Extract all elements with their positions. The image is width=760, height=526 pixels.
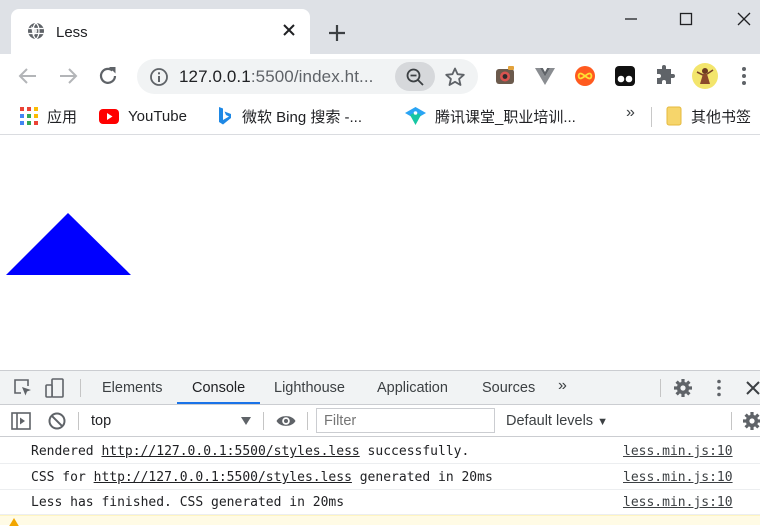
browser-menu-icon[interactable]: [732, 64, 756, 88]
bookmarks-bar: 应用 YouTube 微软 Bing 搜索 -... 腾讯课堂_职业培训... …: [0, 99, 760, 135]
inspect-element-icon[interactable]: [12, 377, 34, 399]
settings-gear-icon[interactable]: [672, 377, 694, 399]
reload-icon[interactable]: [96, 64, 120, 88]
zoom-button[interactable]: [395, 62, 435, 91]
tab-sources[interactable]: Sources: [482, 380, 535, 396]
message-link[interactable]: http://127.0.0.1:5500/styles.less: [94, 470, 352, 485]
site-info-icon[interactable]: [149, 67, 169, 87]
message-text: Rendered http://127.0.0.1:5500/styles.le…: [31, 444, 469, 459]
tab-close-icon[interactable]: [281, 22, 297, 38]
apps-grid-icon: [20, 107, 38, 125]
bookmark-label: YouTube: [128, 107, 187, 125]
message-prefix: Less has finished. CSS generated in 20ms: [31, 495, 345, 510]
active-tab-indicator: [177, 402, 260, 404]
dropdown-arrow-icon: ▼: [597, 416, 608, 428]
message-text: CSS for http://127.0.0.1:5500/styles.les…: [31, 470, 493, 485]
toolbar-divider: [731, 412, 732, 430]
folder-icon: [666, 106, 682, 126]
chevron-down-icon[interactable]: [241, 417, 251, 425]
minimize-icon[interactable]: [617, 8, 645, 30]
bookmark-bing[interactable]: 微软 Bing 搜索 -...: [217, 105, 362, 127]
bookmark-youtube[interactable]: YouTube: [99, 105, 187, 127]
bookmark-other-folder[interactable]: 其他书签: [666, 105, 751, 127]
more-tabs-button[interactable]: »: [558, 377, 567, 395]
address-bar[interactable]: 127.0.0.1:5500/index.ht...: [137, 59, 478, 94]
bookmark-label: 腾讯课堂_职业培训...: [435, 108, 576, 126]
toolbar-divider: [307, 412, 308, 430]
message-prefix: Rendered: [31, 444, 102, 459]
extension-camera-icon[interactable]: [493, 64, 517, 88]
infinity-extension-icon[interactable]: [573, 64, 597, 88]
message-link[interactable]: http://127.0.0.1:5500/styles.less: [101, 444, 359, 459]
tab-strip: Less: [0, 0, 760, 54]
console-filter-bar: top Default levels ▼: [0, 405, 760, 437]
youtube-icon: [99, 108, 119, 124]
devtools-menu-icon[interactable]: [708, 377, 730, 399]
extensions-puzzle-icon[interactable]: [653, 64, 677, 88]
maximize-icon[interactable]: [672, 8, 700, 30]
warning-icon: [9, 518, 19, 526]
tab-console[interactable]: Console: [192, 380, 245, 396]
tab-lighthouse[interactable]: Lighthouse: [274, 380, 345, 396]
console-message: Rendered http://127.0.0.1:5500/styles.le…: [0, 439, 760, 464]
tab-application[interactable]: Application: [377, 380, 448, 396]
zoom-out-icon: [406, 68, 424, 86]
console-settings-icon[interactable]: [741, 410, 760, 432]
devtools-panel: Elements Console Lighthouse Application …: [0, 370, 760, 526]
sidebar-toggle-icon[interactable]: [10, 410, 32, 432]
device-toolbar-icon[interactable]: [44, 377, 66, 399]
url-text[interactable]: 127.0.0.1:5500/index.ht...: [179, 67, 374, 87]
url-host: 127.0.0.1: [179, 67, 251, 86]
vue-devtools-icon[interactable]: [533, 64, 557, 88]
toolbar-divider: [80, 379, 81, 397]
close-devtools-icon[interactable]: [742, 377, 760, 399]
bookmark-label: 微软 Bing 搜索 -...: [242, 108, 363, 126]
back-icon[interactable]: [16, 64, 40, 88]
page-viewport: [0, 140, 760, 370]
source-link[interactable]: less.min.js:10: [623, 495, 733, 510]
bookmarks-separator: [651, 107, 652, 127]
browser-tab[interactable]: Less: [11, 9, 310, 54]
filter-field[interactable]: [316, 408, 495, 433]
profile-avatar-icon[interactable]: [691, 62, 719, 90]
log-levels-dropdown[interactable]: Default levels ▼: [506, 413, 608, 429]
source-link[interactable]: less.min.js:10: [623, 444, 733, 459]
live-expression-eye-icon[interactable]: [275, 410, 297, 432]
bookmarks-overflow-button[interactable]: »: [626, 104, 635, 122]
toolbar-divider: [263, 412, 264, 430]
filter-input[interactable]: [317, 409, 494, 432]
window-close-icon[interactable]: [730, 8, 758, 30]
message-suffix: generated in 20ms: [351, 470, 493, 485]
message-prefix: CSS for: [31, 470, 94, 485]
source-link[interactable]: less.min.js:10: [623, 470, 733, 485]
bookmark-label: 应用: [47, 108, 78, 126]
log-levels-label: Default levels: [506, 413, 594, 429]
console-message: CSS for http://127.0.0.1:5500/styles.les…: [0, 465, 760, 490]
blue-triangle: [6, 213, 131, 275]
message-text: Less has finished. CSS generated in 20ms: [31, 495, 344, 510]
bookmark-apps[interactable]: 应用: [20, 105, 77, 127]
tab-elements[interactable]: Elements: [102, 380, 162, 396]
devtools-tab-bar: Elements Console Lighthouse Application …: [0, 371, 760, 405]
tab-title: Less: [56, 24, 88, 41]
url-path: :5500/index.ht...: [250, 67, 374, 86]
clear-console-icon[interactable]: [46, 410, 68, 432]
message-suffix: successfully.: [359, 444, 470, 459]
bookmark-tencent-classroom[interactable]: 腾讯课堂_职业培训...: [405, 105, 576, 127]
bookmark-star-icon[interactable]: [444, 66, 466, 88]
toolbar-divider: [78, 412, 79, 430]
globe-icon: [28, 22, 44, 40]
tampermonkey-icon[interactable]: [613, 64, 637, 88]
toolbar-divider: [660, 379, 661, 397]
console-message: Less has finished. CSS generated in 20ms…: [0, 490, 760, 515]
bing-icon: [219, 107, 231, 125]
tencent-classroom-icon: [405, 107, 426, 125]
execution-context-select[interactable]: top: [91, 413, 111, 429]
new-tab-icon[interactable]: [326, 22, 348, 44]
forward-icon[interactable]: [56, 64, 80, 88]
browser-toolbar: 127.0.0.1:5500/index.ht...: [0, 54, 760, 99]
other-bookmarks-label: 其他书签: [691, 108, 752, 126]
